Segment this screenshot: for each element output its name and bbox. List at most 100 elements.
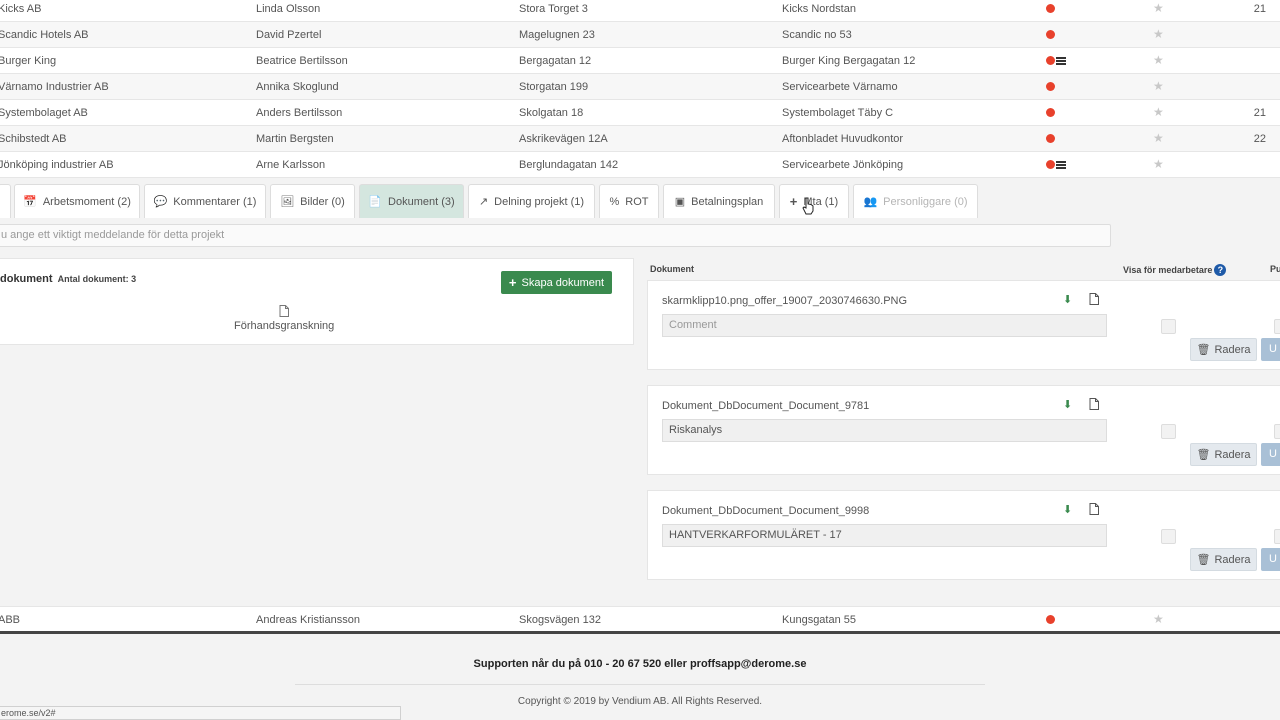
browser-status-url: erome.se/v2# — [0, 706, 401, 720]
document-name[interactable]: Dokument_DbDocument_Document_9998 — [662, 505, 869, 517]
show-staff-checkbox[interactable] — [1161, 529, 1176, 544]
table-row[interactable]: Systembolaget AB Anders Bertilsson Skolg… — [0, 100, 1280, 126]
address-cell: Skolgatan 18 — [519, 107, 584, 119]
status-dot-icon — [1046, 615, 1055, 624]
document-list-header: Dokument Visa för medarbetare ? Pu — [650, 258, 1280, 278]
help-icon[interactable]: ? — [1214, 264, 1227, 276]
trash-icon: 🗑 — [1196, 554, 1211, 566]
site-cell: Kungsgatan 55 — [782, 614, 857, 626]
header-publish: Pu — [1270, 264, 1280, 274]
delete-label: Radera — [1214, 343, 1251, 356]
update-button[interactable]: U — [1261, 443, 1280, 466]
address-cell: Skogsvägen 132 — [519, 614, 601, 626]
status-indicator — [1046, 615, 1055, 624]
image-icon: 🖼 — [280, 196, 295, 208]
contact-cell: Arne Karlsson — [256, 159, 326, 171]
number-cell: 21 — [1253, 3, 1266, 15]
star-icon[interactable]: ★ — [1153, 156, 1164, 172]
table-row[interactable]: ABB Andreas Kristiansson Skogsvägen 132 … — [0, 606, 1280, 632]
comment-placeholder: Comment — [669, 319, 717, 331]
star-icon[interactable]: ★ — [1153, 104, 1164, 120]
company-cell: Scandic Hotels AB — [0, 29, 89, 41]
company-cell: Schibstedt AB — [0, 133, 67, 145]
star-icon[interactable]: ★ — [1153, 0, 1164, 16]
site-cell: Scandic no 53 — [782, 29, 852, 41]
document-card: Dokument_DbDocument_Document_9998 ⬇ HANT… — [647, 490, 1280, 580]
comment-input[interactable]: Comment — [662, 314, 1107, 337]
file-icon[interactable] — [1089, 293, 1099, 305]
contact-cell: Martin Bergsten — [256, 133, 334, 145]
publish-checkbox[interactable] — [1274, 319, 1280, 334]
download-icon[interactable]: ⬇ — [1063, 293, 1072, 306]
tab-dokument[interactable]: 📄 Dokument (3) — [359, 184, 464, 218]
show-staff-checkbox[interactable] — [1161, 424, 1176, 439]
site-cell: Kicks Nordstan — [782, 3, 856, 15]
show-staff-checkbox[interactable] — [1161, 319, 1176, 334]
table-row[interactable]: Scandic Hotels AB David Pzertel Magelugn… — [0, 22, 1280, 48]
contact-cell: David Pzertel — [256, 29, 322, 41]
table-row[interactable]: Jönköping industrier AB Arne Karlsson Be… — [0, 152, 1280, 178]
status-dot-icon — [1046, 56, 1055, 65]
address-cell: Storgatan 199 — [519, 81, 589, 93]
delete-button[interactable]: 🗑 Radera — [1190, 443, 1257, 466]
table-row[interactable]: Burger King Beatrice Bertilsson Bergagat… — [0, 48, 1280, 74]
update-button[interactable]: U — [1261, 548, 1280, 571]
star-icon[interactable]: ★ — [1153, 78, 1164, 94]
number-cell: 22 — [1253, 133, 1266, 145]
tab-label: Betalningsplan — [691, 195, 764, 208]
status-indicator — [1046, 134, 1055, 143]
site-cell: Servicearbete Värnamo — [782, 81, 898, 93]
document-card: skarmklipp10.png_offer_19007_2030746630.… — [647, 280, 1280, 370]
site-cell: Servicearbete Jönköping — [782, 159, 904, 171]
contact-cell: Annika Skoglund — [256, 81, 339, 93]
header-document: Dokument — [650, 264, 695, 274]
table-row[interactable]: Schibstedt AB Martin Bergsten Askrikeväg… — [0, 126, 1280, 152]
tab-delning-projekt[interactable]: ↗ Delning projekt (1) — [468, 184, 595, 218]
tab-bilder[interactable]: 🖼 Bilder (0) — [270, 184, 355, 218]
tab-previous[interactable] — [0, 184, 11, 218]
delete-label: Radera — [1214, 553, 1251, 566]
tab-ata[interactable]: + Mta (1) — [779, 184, 849, 218]
tab-kommentarer[interactable]: 💬 Kommentarer (1) — [144, 184, 266, 218]
star-icon[interactable]: ★ — [1153, 611, 1164, 627]
tab-label: Personliggare (0) — [883, 195, 968, 208]
publish-checkbox[interactable] — [1274, 529, 1280, 544]
comment-input[interactable]: Riskanalys — [662, 419, 1107, 442]
star-icon[interactable]: ★ — [1153, 26, 1164, 42]
delete-button[interactable]: 🗑 Radera — [1190, 548, 1257, 571]
tab-rot[interactable]: % ROT — [599, 184, 659, 218]
contact-cell: Linda Olsson — [256, 3, 321, 15]
company-cell: Systembolaget AB — [0, 107, 88, 119]
header-show-for-staff: Visa för medarbetare ? — [1123, 264, 1227, 276]
tab-betalningsplan[interactable]: ▣ Betalningsplan — [663, 184, 775, 218]
star-icon[interactable]: ★ — [1153, 52, 1164, 68]
table-row[interactable]: Kicks AB Linda Olsson Stora Torget 3 Kic… — [0, 0, 1280, 22]
star-icon[interactable]: ★ — [1153, 130, 1164, 146]
status-indicator — [1046, 160, 1066, 169]
project-message-input[interactable]: u ange ett viktigt meddelande för detta … — [0, 224, 1111, 247]
list-icon — [1056, 56, 1066, 65]
file-icon[interactable] — [1089, 503, 1099, 515]
message-placeholder: u ange ett viktigt meddelande för detta … — [1, 229, 225, 241]
footer-rule — [295, 684, 985, 685]
status-dot-icon — [1046, 108, 1055, 117]
status-indicator — [1046, 56, 1066, 65]
comment-value: HANTVERKARFORMULÄRET - 17 — [669, 529, 842, 541]
document-name[interactable]: skarmklipp10.png_offer_19007_2030746630.… — [662, 295, 907, 307]
download-icon[interactable]: ⬇ — [1063, 398, 1072, 411]
footer-divider — [0, 631, 1280, 634]
comment-input[interactable]: HANTVERKARFORMULÄRET - 17 — [662, 524, 1107, 547]
tab-arbetsmoment[interactable]: 📅 Arbetsmoment (2) — [14, 184, 140, 218]
download-icon[interactable]: ⬇ — [1063, 503, 1072, 516]
file-icon[interactable] — [1089, 398, 1099, 410]
update-button[interactable]: U — [1261, 338, 1280, 361]
calendar-icon: 📅 — [23, 196, 37, 208]
address-cell: Magelugnen 23 — [519, 29, 595, 41]
delete-button[interactable]: 🗑 Radera — [1190, 338, 1257, 361]
preview-link[interactable]: Förhandsgranskning — [234, 305, 334, 332]
publish-checkbox[interactable] — [1274, 424, 1280, 439]
money-icon: ▣ — [674, 196, 686, 208]
document-name[interactable]: Dokument_DbDocument_Document_9781 — [662, 400, 869, 412]
create-document-button[interactable]: + Skapa dokument — [501, 271, 612, 294]
table-row[interactable]: Värnamo Industrier AB Annika Skoglund St… — [0, 74, 1280, 100]
